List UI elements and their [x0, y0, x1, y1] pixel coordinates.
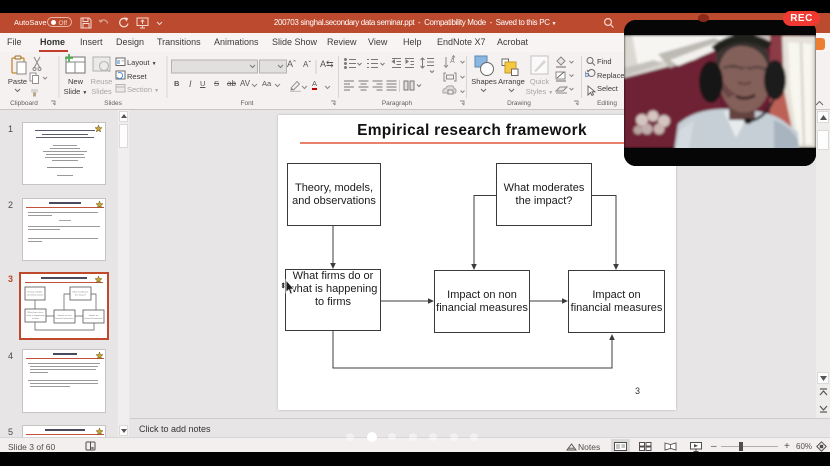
- svg-text:Impact on: Impact on: [89, 314, 99, 317]
- svg-text:to firms: to firms: [32, 317, 40, 320]
- svg-text:What firms do or: What firms do or: [27, 311, 43, 314]
- svg-text:b: b: [585, 72, 589, 79]
- svg-text:and observations: and observations: [27, 294, 45, 297]
- svg-text:Theory, models,: Theory, models,: [27, 291, 43, 294]
- svg-text:financial measures: financial measures: [55, 317, 74, 320]
- svg-text:Impact on non: Impact on non: [58, 314, 73, 317]
- svg-text:financial measures: financial measures: [84, 317, 103, 320]
- svg-text:the impact?: the impact?: [75, 294, 87, 297]
- svg-text:A: A: [450, 58, 455, 65]
- svg-text:what is happening: what is happening: [27, 314, 45, 317]
- svg-text:What moderates: What moderates: [72, 291, 89, 294]
